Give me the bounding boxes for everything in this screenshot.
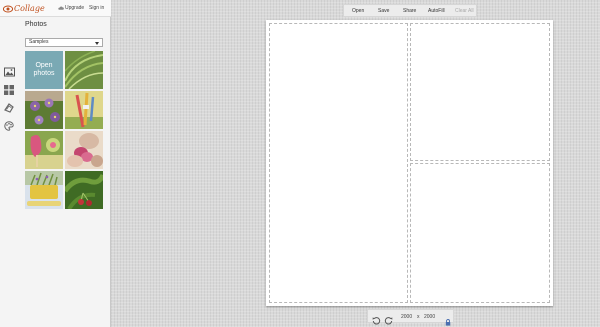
- photo-thumbnail[interactable]: [25, 131, 63, 169]
- main-toolbar: Open Save Share AutoFill Clear All: [343, 4, 477, 17]
- photo-thumbnail[interactable]: [65, 51, 103, 89]
- save-button[interactable]: Save: [378, 8, 389, 14]
- collage-cell-top-right[interactable]: [410, 23, 550, 161]
- photo-thumbnail[interactable]: [65, 131, 103, 169]
- eye-logo-icon: [3, 5, 13, 12]
- canvas-height-value[interactable]: 2000: [424, 314, 435, 320]
- panel-title: Photos: [25, 21, 47, 28]
- autofill-button[interactable]: AutoFill: [428, 8, 445, 14]
- logo-text: Collage: [14, 4, 45, 13]
- purple-flowers-photo: [25, 91, 63, 129]
- backgrounds-icon: [4, 103, 14, 113]
- upgrade-label: Upgrade: [65, 5, 85, 11]
- sign-in-link[interactable]: Sign in: [89, 5, 104, 11]
- canvas-size-bar: 2000 x 2000: [367, 309, 454, 326]
- open-button[interactable]: Open: [352, 8, 364, 14]
- open-photos-label: Open photos: [33, 62, 55, 77]
- aspect-lock-button[interactable]: [445, 313, 451, 326]
- rotate-left-button[interactable]: [372, 312, 381, 325]
- photo-thumbnail[interactable]: [65, 171, 103, 209]
- pink-petals-photo: [65, 131, 103, 169]
- cherries-photo: [65, 171, 103, 209]
- potted-plant-photo: [25, 171, 63, 209]
- photos-tab[interactable]: [4, 67, 22, 78]
- rotate-right-icon: [384, 317, 393, 325]
- rotate-right-button[interactable]: [384, 312, 393, 325]
- palette-tab[interactable]: [4, 121, 15, 132]
- clear-all-button[interactable]: Clear All: [455, 8, 474, 14]
- canvas-width-value[interactable]: 2000: [401, 314, 412, 320]
- pencils-photo: [65, 91, 103, 129]
- top-bar: Collage Upgrade Sign in: [0, 0, 111, 17]
- chevron-down-icon: [95, 42, 99, 45]
- lock-icon: [445, 319, 451, 326]
- photo-thumbnail[interactable]: [65, 91, 103, 129]
- left-panel: Collage Upgrade Sign in Photos Samples O…: [0, 0, 111, 327]
- layouts-icon: [4, 85, 14, 95]
- app-logo[interactable]: Collage: [3, 3, 45, 14]
- backgrounds-tab[interactable]: [4, 103, 15, 114]
- source-select-value: Samples: [29, 39, 49, 45]
- source-select[interactable]: Samples: [25, 38, 103, 47]
- collage-cell-left[interactable]: [269, 23, 408, 303]
- share-button[interactable]: Share: [403, 8, 416, 14]
- sidebar-icon-bar: [0, 17, 22, 327]
- photo-thumbnail[interactable]: [25, 171, 63, 209]
- photo-thumbnail[interactable]: [25, 91, 63, 129]
- collage-canvas: [266, 20, 553, 306]
- palette-icon: [4, 121, 14, 131]
- open-photos-button[interactable]: Open photos: [25, 51, 63, 89]
- dimension-separator: x: [417, 314, 420, 320]
- rotate-left-icon: [372, 317, 381, 325]
- upgrade-link[interactable]: Upgrade: [58, 5, 84, 11]
- cloud-icon: [58, 6, 64, 10]
- collage-cell-bottom-right[interactable]: [410, 163, 550, 303]
- pink-popsicle-photo: [25, 131, 63, 169]
- photos-icon: [4, 67, 15, 77]
- layouts-tab[interactable]: [4, 85, 15, 96]
- grass-photo: [65, 51, 103, 89]
